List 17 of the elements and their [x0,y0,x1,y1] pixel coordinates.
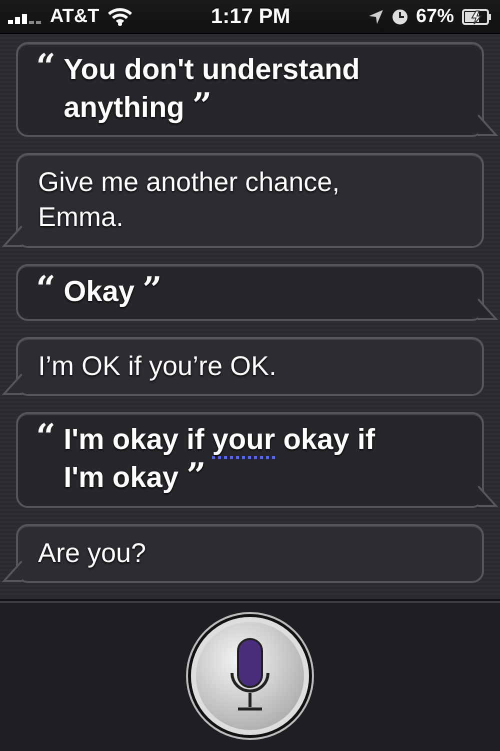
siri-reply-text: Are you? [38,536,146,570]
carrier-label: AT&T [50,6,100,28]
open-quote-mark: “ [36,422,56,460]
user-utterance: I'm okay if your okay if I'm okay ” [64,423,376,498]
clock-icon [392,8,408,24]
close-quote-mark: ” [192,86,212,126]
user-utterance: You don't understand anything ” [64,53,361,128]
location-arrow-icon [368,8,384,24]
open-quote-mark: “ [36,52,56,89]
clock-time: 1:17 PM [210,4,290,28]
siri-reply-text: I’m OK if you’re OK. [38,350,277,384]
siri-reply-text: Give me another chance, Emma. [38,166,341,234]
battery-charging-icon [462,8,492,24]
open-quote-mark: “ [36,274,56,311]
wifi-icon [107,8,134,26]
battery-percent: 67% [416,6,454,28]
close-quote-mark: ” [186,456,206,496]
